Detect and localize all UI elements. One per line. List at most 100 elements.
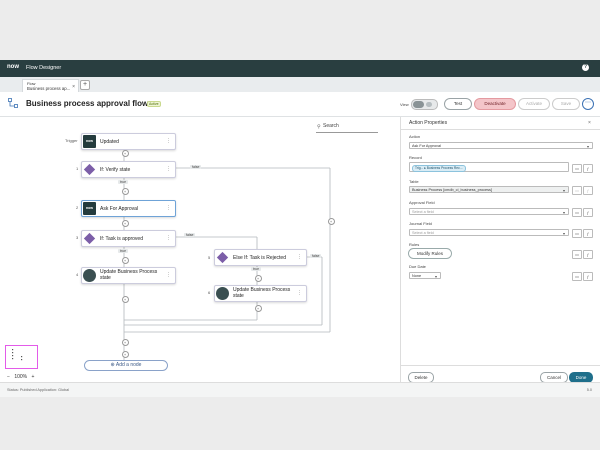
node-label: If: Task is approved	[100, 235, 143, 242]
now-logo: now	[7, 64, 19, 70]
true-branch-label: true	[118, 249, 129, 253]
script-toggle-icon[interactable]: ƒ	[583, 186, 593, 195]
zoom-level: 100%	[14, 374, 28, 380]
journal-field-select[interactable]: Select a field ▾	[409, 229, 569, 236]
script-toggle-icon[interactable]: ƒ	[583, 272, 593, 281]
chevron-down-icon: ▾	[562, 231, 565, 236]
add-step-icon[interactable]: +	[121, 219, 129, 227]
zoom-in-button[interactable]: +	[32, 374, 35, 380]
flow-title: Business process approval flow	[26, 99, 149, 108]
record-label: Record	[409, 155, 422, 160]
approval-field-select[interactable]: Select a field ▾	[409, 208, 569, 215]
data-pill-picker-icon[interactable]: ▭	[572, 164, 582, 173]
approval-placeholder: Select a field	[412, 210, 434, 214]
approval-field-label: Approval Field	[409, 200, 435, 205]
close-icon[interactable]: ×	[588, 120, 591, 126]
node-ask-for-approval[interactable]: now Ask For Approval ⋮	[81, 200, 176, 217]
data-pill-picker-icon[interactable]: ▭	[572, 208, 582, 217]
script-toggle-icon[interactable]: ƒ	[583, 164, 593, 173]
step-number: 6	[208, 290, 211, 295]
chevron-down-icon: ▾	[434, 274, 437, 279]
flow-connectors	[123, 143, 331, 362]
node-menu-icon[interactable]: ⋮	[297, 254, 302, 260]
panel-title: Action Properties	[409, 120, 448, 126]
modify-rules-button[interactable]: Modify Rules	[408, 248, 452, 259]
flow-header: Business process approval flow Active Vi…	[0, 92, 600, 117]
add-node-button[interactable]: ⊕ Add a node	[84, 360, 168, 371]
save-button[interactable]: Save	[552, 98, 580, 110]
script-toggle-icon[interactable]: ƒ	[583, 250, 593, 259]
script-toggle-icon[interactable]: ƒ	[583, 208, 593, 217]
data-pill-picker-icon[interactable]: ▭	[572, 250, 582, 259]
table-field[interactable]: Business Process [cmdb_ci_business_proce…	[409, 186, 569, 193]
app-title: Flow Designer	[26, 65, 62, 71]
record-field[interactable]: Trig... ▸ Business Process Rec...	[409, 162, 569, 172]
node-if-verify-state[interactable]: If: Verify state ⋮	[81, 161, 176, 178]
status-version: 5.0	[586, 388, 592, 392]
false-branch-label: false	[310, 254, 322, 258]
table-label: Table	[409, 179, 419, 184]
tab-bar: Flow Business process ap... × +	[0, 77, 600, 93]
add-step-icon[interactable]: +	[121, 296, 129, 303]
top-bar: now Flow Designer ?	[0, 60, 600, 77]
action-field[interactable]: Ask For Approval ▾	[409, 142, 593, 149]
node-menu-icon[interactable]: ⋮	[166, 138, 171, 144]
data-pill-picker-icon[interactable]: ▭	[572, 186, 582, 195]
add-step-icon[interactable]: +	[327, 218, 335, 225]
script-icon	[216, 287, 229, 300]
tab-flow[interactable]: Flow Business process ap... ×	[22, 79, 79, 93]
table-value: Business Process [cmdb_ci_business_proce…	[412, 188, 492, 192]
node-menu-icon[interactable]: ⋮	[297, 290, 302, 296]
add-step-icon[interactable]: +	[254, 305, 262, 312]
chevron-down-icon: ▾	[562, 188, 565, 193]
record-pill[interactable]: Trig... ▸ Business Process Rec...	[412, 164, 466, 172]
node-label: Else If: Task is Rejected	[233, 254, 286, 261]
flow-icon	[8, 98, 18, 108]
more-options-button[interactable]: ⋯	[582, 98, 594, 110]
script-toggle-icon[interactable]: ƒ	[583, 229, 593, 238]
chevron-down-icon: ▾	[586, 144, 589, 149]
add-step-icon[interactable]: +	[121, 351, 129, 358]
add-tab-button[interactable]: +	[80, 80, 90, 90]
flow-canvas[interactable]: ⚲ Search Trigger now Updated ⋮ + 1 If: V…	[0, 117, 400, 382]
test-button[interactable]: Test	[444, 98, 472, 110]
activate-button[interactable]: Activate	[518, 98, 550, 110]
now-icon: now	[83, 202, 96, 215]
node-if-task-approved[interactable]: If: Task is approved ⋮	[81, 230, 176, 247]
add-step-icon[interactable]: +	[254, 274, 262, 282]
journal-field-label: Journal Field	[409, 221, 432, 226]
canvas-search[interactable]: ⚲ Search	[316, 122, 378, 133]
node-update-business-process-2[interactable]: Update Business Process state ⋮	[214, 285, 307, 302]
view-toggle[interactable]	[411, 99, 438, 110]
node-label: If: Verify state	[100, 166, 131, 173]
add-step-icon[interactable]: +	[121, 188, 129, 195]
node-menu-icon[interactable]: ⋮	[166, 205, 171, 211]
close-icon[interactable]: ×	[72, 84, 75, 90]
node-menu-icon[interactable]: ⋮	[166, 272, 171, 278]
zoom-out-button[interactable]: −	[7, 374, 10, 380]
node-label: Update Business Process state	[100, 269, 158, 281]
due-date-select[interactable]: None ▾	[409, 272, 441, 279]
rules-label: Rules	[409, 242, 420, 247]
step-number: 3	[76, 235, 79, 240]
flow-designer-app: now Flow Designer ? Flow Business proces…	[0, 60, 600, 397]
node-update-business-process[interactable]: Update Business Process state ⋮	[81, 267, 176, 284]
minimap[interactable]	[5, 345, 38, 369]
view-label: View	[400, 102, 409, 107]
tab-name: Business process ap...	[27, 86, 71, 91]
deactivate-button[interactable]: Deactivate	[474, 98, 516, 110]
chevron-down-icon: ▾	[562, 210, 565, 215]
data-pill-picker-icon[interactable]: ▭	[572, 229, 582, 238]
node-else-if-rejected[interactable]: Else If: Task is Rejected ⋮	[214, 249, 307, 266]
node-menu-icon[interactable]: ⋮	[166, 235, 171, 241]
add-step-icon[interactable]: +	[121, 339, 129, 346]
node-menu-icon[interactable]: ⋮	[166, 166, 171, 172]
add-step-icon[interactable]: +	[121, 149, 129, 157]
data-pill-picker-icon[interactable]: ▭	[572, 272, 582, 281]
help-icon[interactable]: ?	[582, 64, 589, 71]
action-value: Ask For Approval	[412, 144, 441, 148]
journal-placeholder: Select a field	[412, 231, 434, 235]
trigger-node[interactable]: now Updated ⋮	[81, 133, 176, 150]
add-step-icon[interactable]: +	[121, 257, 129, 264]
search-placeholder: Search	[323, 123, 339, 129]
